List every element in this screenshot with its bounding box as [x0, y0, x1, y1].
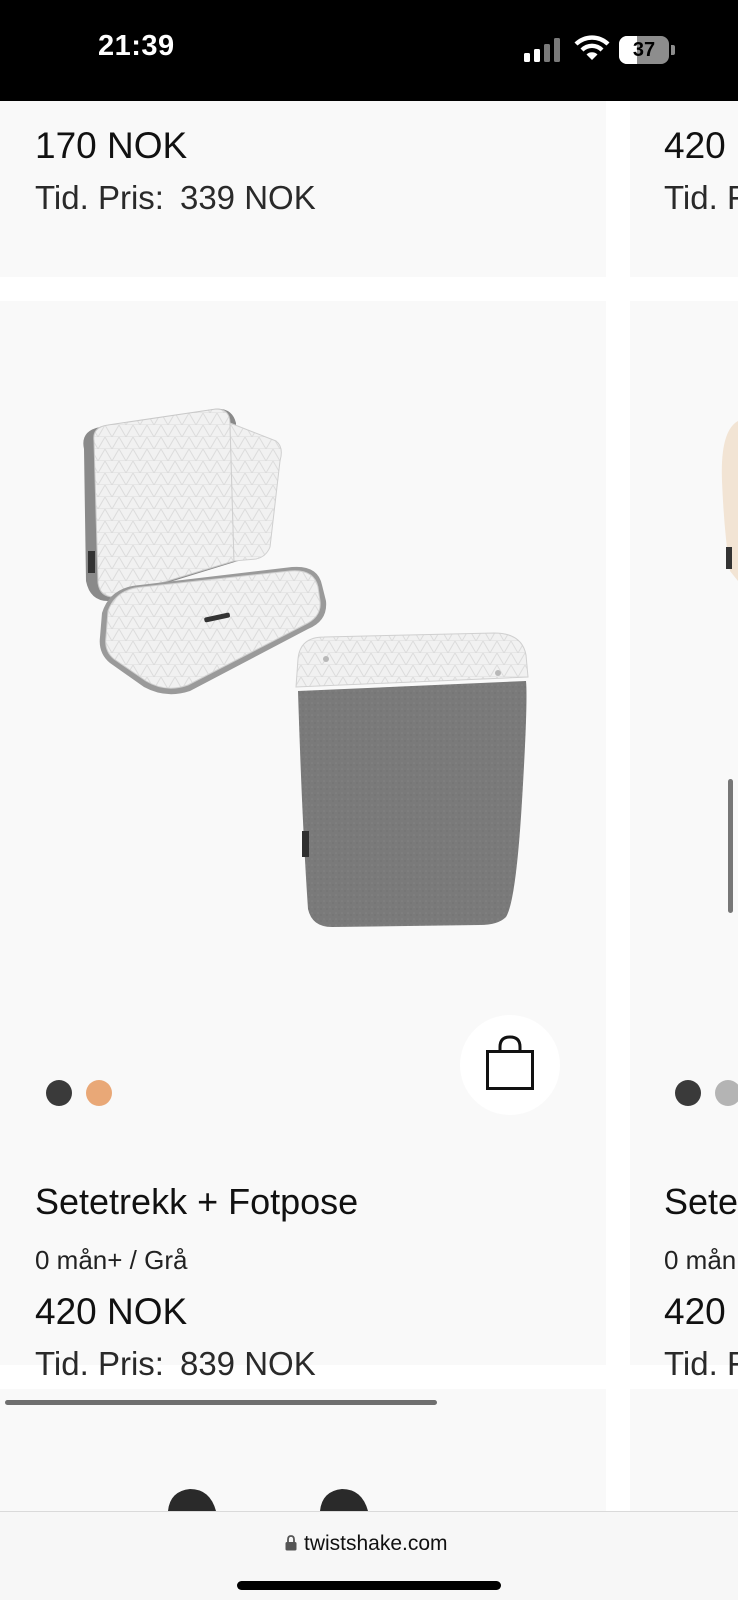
- old-price-value: 839 NOK: [179, 1345, 316, 1382]
- color-swatch-peach[interactable]: [86, 1080, 112, 1106]
- product-image-partial[interactable]: [720, 421, 738, 591]
- color-swatch-dark[interactable]: [46, 1080, 72, 1106]
- product-old-price: Tid. Pris: 339 NOK: [35, 179, 316, 217]
- product-variant: 0 mån+ / Grå: [35, 1245, 188, 1275]
- wifi-icon: [574, 35, 610, 60]
- old-price-label: Tid. Pris:: [35, 1345, 164, 1382]
- product-title[interactable]: Sete: [664, 1181, 738, 1223]
- product-card-top-left[interactable]: 170 NOK Tid. Pris: 339 NOK: [0, 101, 606, 277]
- battery-icon: 37: [619, 36, 675, 64]
- product-old-price: Tid. Pris: 839 NOK: [35, 1345, 316, 1383]
- old-price-value: 339 NOK: [179, 179, 316, 216]
- product-price: 420: [664, 1291, 726, 1332]
- product-title[interactable]: Setetrekk + Fotpose: [35, 1181, 358, 1223]
- status-bar: 21:39 37: [0, 0, 738, 101]
- product-grid: 170 NOK Tid. Pris: 339 NOK 420 Tid. F Se…: [0, 101, 738, 1511]
- cellular-signal-icon: [524, 38, 562, 62]
- product-variant: 0 mån: [664, 1245, 737, 1275]
- battery-level: 37: [632, 39, 656, 61]
- status-time: 21:39: [98, 30, 175, 62]
- color-swatch-dark[interactable]: [675, 1080, 701, 1106]
- add-to-cart-button[interactable]: [460, 1015, 560, 1115]
- browser-url-bar[interactable]: twistshake.com: [0, 1511, 738, 1600]
- product-card-next-left[interactable]: [0, 1389, 606, 1511]
- product-card-setetrekk-fotpose[interactable]: Setetrekk + Fotpose 0 mån+ / Grå 420 NOK…: [0, 301, 606, 1382]
- product-price: 420 NOK: [35, 1291, 188, 1332]
- color-swatch-grey[interactable]: [715, 1080, 738, 1106]
- old-price-label: Tid. Pris:: [35, 179, 164, 216]
- url-text[interactable]: twistshake.com: [304, 1532, 448, 1556]
- product-card-next-right[interactable]: [630, 1389, 738, 1511]
- product-card-top-right[interactable]: 420 Tid. F: [630, 101, 738, 277]
- product-old-price-label: Tid. F: [664, 1345, 738, 1382]
- product-price: 420: [664, 125, 726, 166]
- shopping-bag-icon: [486, 1035, 534, 1090]
- product-price: 170 NOK: [35, 125, 188, 166]
- product-card-right-partial[interactable]: Sete 0 mån 420 Tid. F: [630, 301, 738, 1382]
- home-indicator[interactable]: [237, 1581, 501, 1590]
- product-image[interactable]: [70, 401, 550, 941]
- product-old-price-label: Tid. F: [664, 179, 738, 216]
- product-image-peek: [168, 1489, 368, 1511]
- lock-icon: [285, 1535, 297, 1551]
- carousel-scrollbar[interactable]: [728, 779, 733, 913]
- horizontal-scroll-indicator[interactable]: [5, 1400, 437, 1405]
